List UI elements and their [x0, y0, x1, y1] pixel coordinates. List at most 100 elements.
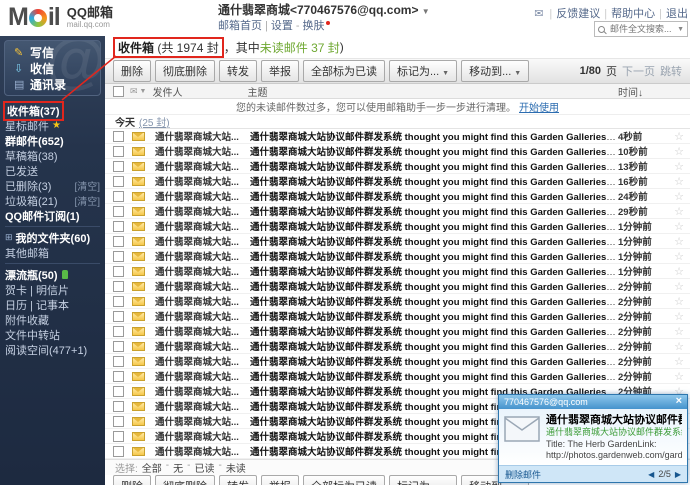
sidebar-folder[interactable]: 贺卡 | 明信片: [0, 282, 105, 297]
mail-row[interactable]: 通什翡翠商城大站...通什翡翠商城大站协议邮件群发系统 thought you …: [105, 264, 690, 279]
empty-folder-link[interactable]: [清空]: [74, 193, 100, 208]
row-checkbox[interactable]: [113, 326, 124, 337]
read-status-column-icon[interactable]: ✉: [130, 86, 138, 97]
popup-mail-subject[interactable]: 通什翡翠商城大站协议邮件群发...: [546, 414, 682, 428]
row-checkbox[interactable]: [113, 191, 124, 202]
select-option-2[interactable]: 已读: [194, 460, 214, 475]
row-checkbox[interactable]: [113, 206, 124, 217]
row-checkbox[interactable]: [113, 341, 124, 352]
popup-prev-icon[interactable]: ◀: [648, 470, 654, 479]
toolbar-button-3[interactable]: 举报: [261, 60, 299, 82]
contacts-button[interactable]: ▤ 通讯录: [14, 76, 100, 92]
select-option-3[interactable]: 未读: [226, 460, 246, 475]
star-outline-icon[interactable]: ☆: [668, 280, 690, 293]
toolbar-button-4[interactable]: 全部标为已读: [303, 60, 385, 82]
toolbar-button-2[interactable]: 转发: [219, 60, 257, 82]
row-checkbox[interactable]: [113, 311, 124, 322]
mail-row[interactable]: 通什翡翠商城大站...通什翡翠商城大站协议邮件群发系统 thought you …: [105, 159, 690, 174]
mail-row[interactable]: 通什翡翠商城大站...通什翡翠商城大站协议邮件群发系统 thought you …: [105, 339, 690, 354]
star-outline-icon[interactable]: ☆: [668, 190, 690, 203]
next-page-link[interactable]: 下一页: [622, 63, 655, 79]
mail-row[interactable]: 通什翡翠商城大站...通什翡翠商城大站协议邮件群发系统 thought you …: [105, 219, 690, 234]
today-count-link[interactable]: (25 封): [139, 114, 170, 129]
star-outline-icon[interactable]: ☆: [668, 130, 690, 143]
star-outline-icon[interactable]: ☆: [668, 235, 690, 248]
nav-skin[interactable]: 换肤: [303, 20, 325, 32]
jump-page-link[interactable]: 跳转: [660, 63, 682, 79]
star-outline-icon[interactable]: ☆: [668, 160, 690, 173]
toolbar-button-1[interactable]: 彻底删除: [155, 60, 215, 82]
toolbar-button-0[interactable]: 删除: [113, 60, 151, 82]
mail-row[interactable]: 通什翡翠商城大站...通什翡翠商城大站协议邮件群发系统 thought you …: [105, 249, 690, 264]
toolbar-button-1[interactable]: 彻底删除: [155, 475, 215, 485]
sidebar-folder[interactable]: 垃圾箱(21)[清空]: [0, 193, 105, 208]
sidebar-folder[interactable]: 附件收藏: [0, 312, 105, 327]
row-checkbox[interactable]: [113, 146, 124, 157]
sidebar-folder[interactable]: 群邮件(652): [0, 133, 105, 148]
star-outline-icon[interactable]: ☆: [668, 340, 690, 353]
sidebar-folder[interactable]: 阅读空间(477+1): [0, 342, 105, 357]
mail-row[interactable]: 通什翡翠商城大站...通什翡翠商城大站协议邮件群发系统 thought you …: [105, 129, 690, 144]
sidebar-folder[interactable]: QQ邮件订阅(1): [0, 208, 105, 223]
star-outline-icon[interactable]: ☆: [668, 205, 690, 218]
mail-row[interactable]: 通什翡翠商城大站...通什翡翠商城大站协议邮件群发系统 thought you …: [105, 174, 690, 189]
sidebar-folder[interactable]: 漂流瓶(50): [0, 267, 105, 282]
row-checkbox[interactable]: [113, 266, 124, 277]
empty-folder-link[interactable]: [清空]: [74, 178, 100, 193]
star-outline-icon[interactable]: ☆: [668, 370, 690, 383]
sidebar-folder[interactable]: 日历 | 记事本: [0, 297, 105, 312]
mail-row[interactable]: 通什翡翠商城大站...通什翡翠商城大站协议邮件群发系统 thought you …: [105, 279, 690, 294]
row-checkbox[interactable]: [113, 401, 124, 412]
toolbar-button-6[interactable]: 移动到...▼: [461, 60, 529, 82]
row-checkbox[interactable]: [113, 176, 124, 187]
row-checkbox[interactable]: [113, 431, 124, 442]
mail-row[interactable]: 通什翡翠商城大站...通什翡翠商城大站协议邮件群发系统 thought you …: [105, 324, 690, 339]
top-link-1[interactable]: 帮助中心: [611, 8, 655, 20]
toolbar-button-2[interactable]: 转发: [219, 475, 257, 485]
star-outline-icon[interactable]: ☆: [668, 325, 690, 338]
top-link-0[interactable]: 反馈建议: [556, 8, 600, 20]
nav-mail-home[interactable]: 邮箱首页: [218, 20, 262, 32]
toolbar-button-5[interactable]: 标记为...▼: [389, 60, 457, 82]
row-checkbox[interactable]: [113, 281, 124, 292]
row-checkbox[interactable]: [113, 416, 124, 427]
top-link-2[interactable]: 退出: [666, 8, 688, 20]
mail-icon[interactable]: ✉: [534, 7, 543, 20]
toolbar-button-5[interactable]: 标记为...▼: [389, 475, 457, 485]
row-checkbox[interactable]: [113, 251, 124, 262]
row-checkbox[interactable]: [113, 446, 124, 457]
sidebar-folder[interactable]: ⊞我的文件夹(60): [0, 230, 105, 245]
search-box[interactable]: ▼: [594, 21, 688, 37]
mail-row[interactable]: 通什翡翠商城大站...通什翡翠商城大站协议邮件群发系统 thought you …: [105, 204, 690, 219]
row-checkbox[interactable]: [113, 371, 124, 382]
receive-button[interactable]: ⇩ 收信: [14, 60, 100, 76]
close-icon[interactable]: ×: [676, 396, 682, 407]
sidebar-folder[interactable]: 星标邮件★: [0, 118, 105, 133]
popup-next-icon[interactable]: ▶: [675, 470, 681, 479]
select-all-checkbox[interactable]: [113, 86, 124, 97]
sidebar-folder[interactable]: 已发送: [0, 163, 105, 178]
star-outline-icon[interactable]: ☆: [668, 145, 690, 158]
star-outline-icon[interactable]: ☆: [668, 250, 690, 263]
toolbar-button-0[interactable]: 删除: [113, 475, 151, 485]
subject-column[interactable]: 主题: [247, 84, 618, 99]
account-menu[interactable]: 通什翡翠商城<770467576@qq.com> ▼: [218, 4, 430, 16]
sidebar-folder[interactable]: 收件箱(37): [0, 103, 105, 118]
row-checkbox[interactable]: [113, 386, 124, 397]
sidebar-folder[interactable]: 其他邮箱: [0, 245, 105, 260]
sidebar-folder[interactable]: 已删除(3)[清空]: [0, 178, 105, 193]
star-outline-icon[interactable]: ☆: [668, 355, 690, 368]
star-outline-icon[interactable]: ☆: [668, 220, 690, 233]
nav-settings[interactable]: 设置: [271, 20, 293, 32]
row-checkbox[interactable]: [113, 131, 124, 142]
select-option-1[interactable]: 无: [173, 460, 183, 475]
star-outline-icon[interactable]: ☆: [668, 295, 690, 308]
star-outline-icon[interactable]: ☆: [668, 175, 690, 188]
star-outline-icon[interactable]: ☆: [668, 310, 690, 323]
select-option-0[interactable]: 全部: [142, 460, 162, 475]
row-checkbox[interactable]: [113, 236, 124, 247]
mail-row[interactable]: 通什翡翠商城大站...通什翡翠商城大站协议邮件群发系统 thought you …: [105, 234, 690, 249]
row-checkbox[interactable]: [113, 296, 124, 307]
mail-row[interactable]: 通什翡翠商城大站...通什翡翠商城大站协议邮件群发系统 thought you …: [105, 369, 690, 384]
mail-row[interactable]: 通什翡翠商城大站...通什翡翠商城大站协议邮件群发系统 thought you …: [105, 189, 690, 204]
